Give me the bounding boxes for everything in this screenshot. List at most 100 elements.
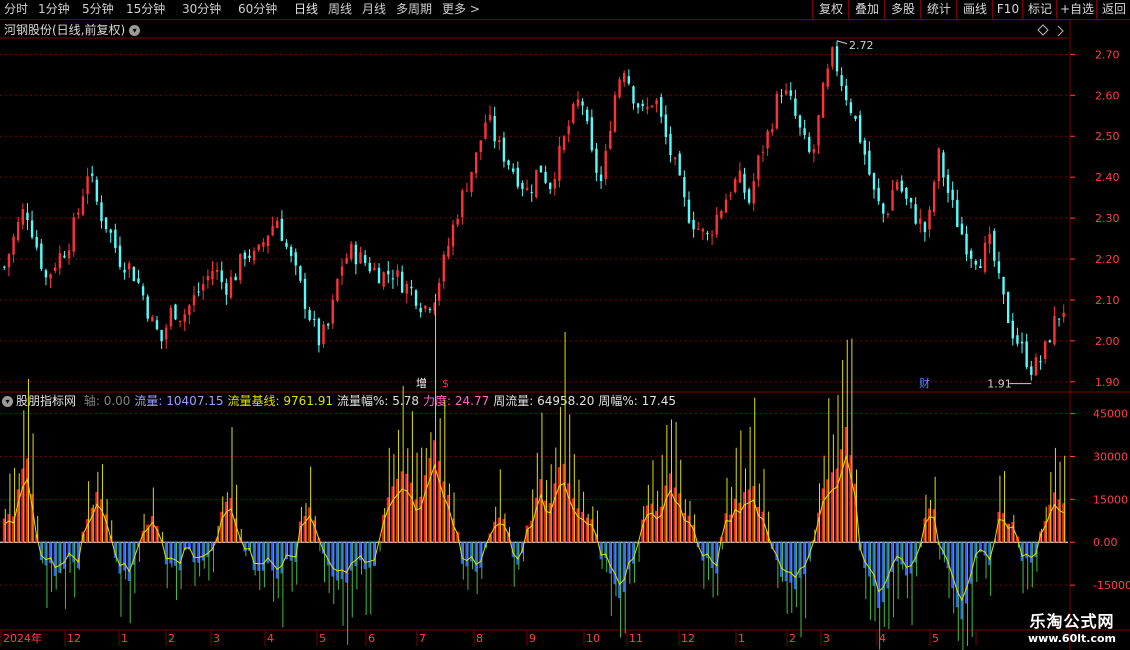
- candle-body: [1016, 335, 1019, 344]
- candle-body: [988, 233, 991, 244]
- candle-body: [202, 284, 205, 291]
- date-label: 4: [879, 632, 886, 645]
- candle-body: [262, 242, 265, 247]
- candle-body: [40, 243, 43, 269]
- candle-body: [655, 100, 658, 105]
- candle-body: [849, 102, 853, 113]
- candle-body: [340, 266, 344, 276]
- candle-body: [114, 229, 117, 249]
- diamond-icon: [1037, 24, 1049, 36]
- candle-body: [882, 203, 885, 214]
- candle-body: [692, 219, 695, 230]
- candle-body: [132, 266, 136, 282]
- date-label: 2: [789, 632, 796, 645]
- candle-body: [604, 150, 607, 180]
- candle-body: [58, 253, 62, 269]
- candle-body: [757, 155, 760, 180]
- candle-body: [382, 272, 385, 287]
- candle-body: [137, 278, 140, 283]
- candle-body: [146, 296, 149, 319]
- candle-body: [257, 244, 260, 251]
- candle-body: [845, 85, 848, 101]
- candle-body: [95, 179, 99, 202]
- candle-body: [965, 233, 968, 255]
- candle-body: [997, 261, 1001, 274]
- date-label: 1: [738, 632, 745, 645]
- candle-body: [784, 90, 788, 95]
- candle-body: [280, 218, 284, 241]
- candle-body: [197, 291, 200, 293]
- candle-body: [664, 114, 668, 137]
- candle-body: [974, 260, 977, 265]
- candle-body: [188, 305, 191, 315]
- candle-body: [484, 122, 487, 139]
- candle-body: [909, 198, 913, 203]
- candle-body: [387, 270, 390, 275]
- candle-body: [766, 130, 769, 149]
- candle-body: [368, 262, 371, 272]
- candle-body: [317, 318, 321, 346]
- candle-body: [734, 179, 737, 193]
- candle-body: [109, 229, 112, 233]
- candle-body: [932, 182, 936, 212]
- candle-body: [609, 131, 612, 149]
- candle-body: [919, 218, 922, 224]
- candle-body: [780, 95, 783, 97]
- candle-body: [548, 183, 552, 189]
- candle-body: [488, 115, 492, 121]
- candle-body: [729, 195, 732, 197]
- candle-body: [794, 98, 797, 116]
- candle-body: [701, 228, 705, 232]
- candle-body: [743, 173, 746, 193]
- candle-body: [803, 128, 806, 135]
- candle-body: [1034, 357, 1038, 376]
- candle-body: [160, 329, 163, 342]
- date-label: 3: [213, 632, 220, 645]
- candle-body: [632, 86, 635, 104]
- candle-body: [831, 47, 834, 67]
- date-label: 1: [121, 632, 128, 645]
- date-label: 5: [932, 632, 939, 645]
- candle-body: [525, 188, 529, 190]
- candle-body: [1002, 276, 1005, 295]
- candle-body: [660, 97, 663, 117]
- candle-body: [35, 236, 38, 248]
- candle-body: [498, 140, 501, 143]
- candle-body: [345, 257, 348, 264]
- candle-body: [586, 109, 589, 122]
- candle-body: [266, 235, 270, 247]
- candle-body: [229, 276, 233, 298]
- candle-body: [854, 115, 857, 119]
- candle-body: [493, 116, 496, 142]
- candle-body: [618, 79, 621, 98]
- candle-body: [1006, 292, 1010, 324]
- candle-body: [54, 267, 57, 271]
- candle-body: [470, 171, 473, 193]
- candle-body: [206, 276, 210, 281]
- candle-body: [678, 153, 681, 176]
- date-label: 12: [681, 632, 695, 645]
- candle-body: [923, 222, 927, 233]
- candle-body: [993, 230, 996, 261]
- date-label: 10: [586, 632, 600, 645]
- logo-url: www.60lt.com: [1027, 632, 1116, 645]
- candle-body: [516, 167, 520, 187]
- candle-body: [322, 324, 325, 345]
- price-tick-label: 2.00: [1095, 335, 1120, 348]
- candle-body: [3, 266, 6, 268]
- date-label: 2024年: [3, 631, 42, 645]
- candle-body: [553, 179, 557, 189]
- candle-body: [761, 151, 765, 153]
- candle-body: [151, 316, 154, 322]
- candle-body: [234, 276, 237, 281]
- price-tick-label: 2.20: [1095, 253, 1120, 266]
- candle-body: [1043, 341, 1047, 359]
- candle-body: [405, 283, 408, 294]
- stock-chart[interactable]: 2.70 2.60 2.50 2.40 2.30 2.20 2.10 2.00 1.90 2.72…: [0, 0, 1130, 650]
- candle-body: [461, 190, 464, 218]
- candle-body: [752, 181, 755, 204]
- candle-body: [86, 176, 89, 195]
- candle-body: [21, 209, 25, 225]
- candle-body: [720, 210, 723, 218]
- date-label: 8: [476, 632, 483, 645]
